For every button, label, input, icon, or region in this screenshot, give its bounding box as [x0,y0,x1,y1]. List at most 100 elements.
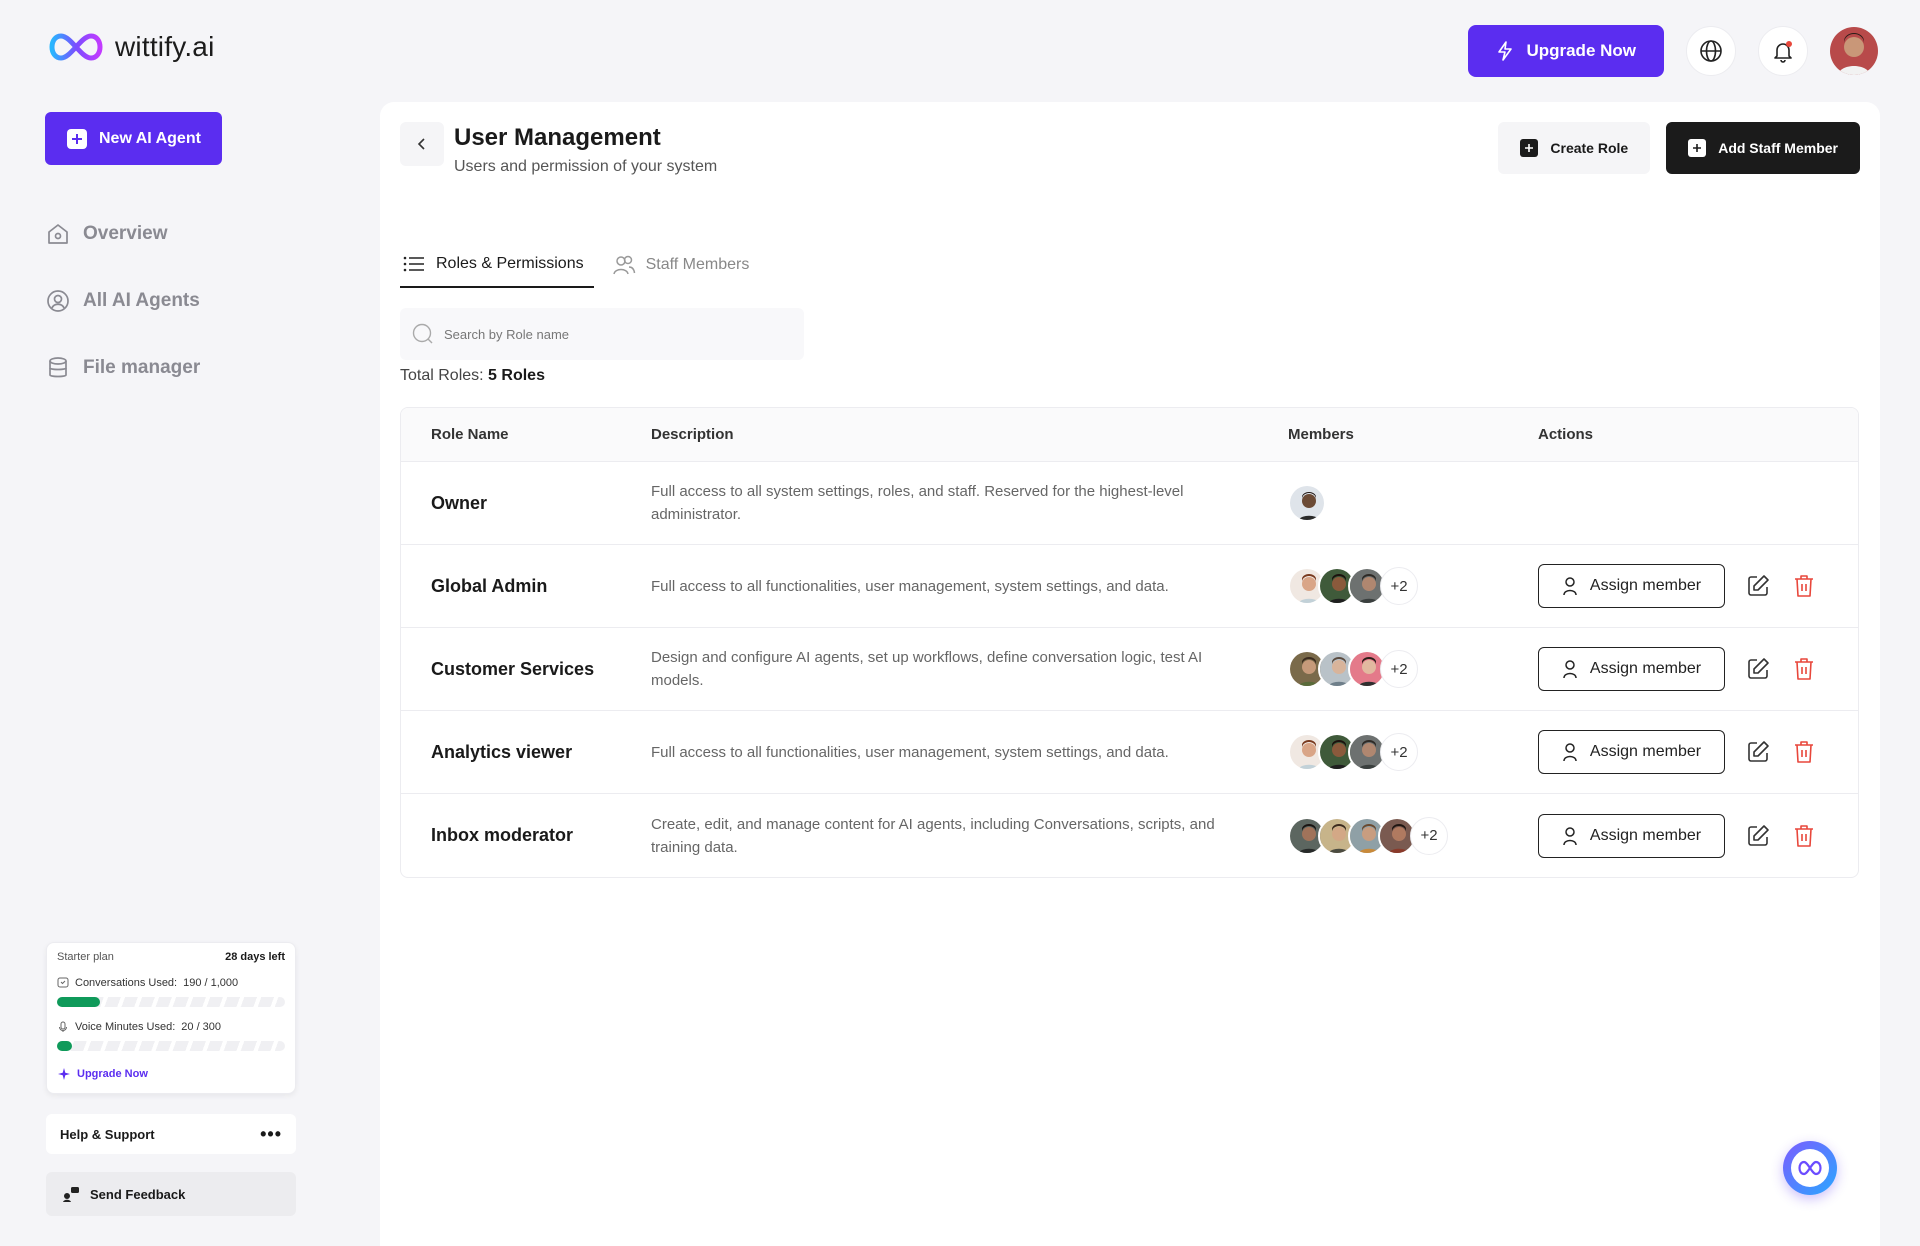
role-name: Analytics viewer [431,741,573,762]
chat-shield-icon [57,977,69,988]
user-add-icon [1563,577,1577,596]
page-subtitle: Users and permission of your system [454,158,718,175]
trash-icon [1795,575,1813,597]
tab-staff-members[interactable]: Staff Members [610,242,760,288]
globe-icon [1700,40,1722,62]
create-role-button[interactable]: Create Role [1498,122,1651,174]
user-avatar[interactable] [1830,27,1878,75]
help-support-button[interactable]: Help & Support ••• [46,1114,296,1154]
total-roles: Total Roles: 5 Roles [400,367,545,385]
page-title: User Management [454,124,661,151]
assign-member-button[interactable]: Assign member [1538,647,1725,691]
sidebar-item-file-manager[interactable]: File manager [45,334,200,401]
back-button[interactable] [400,122,444,166]
edit-role-button[interactable] [1745,656,1771,682]
search-placeholder: Search by Role name [444,326,570,342]
member-avatars[interactable] [1288,484,1538,522]
edit-icon [1748,575,1769,596]
more-members-count[interactable]: +2 [1380,650,1418,688]
assign-member-label: Assign member [1589,826,1702,844]
upgrade-now-label: Upgrade Now [1526,41,1636,60]
edit-icon [1748,741,1769,762]
infinity-logo-icon [49,33,103,61]
column-header-role-name: Role Name [431,426,509,443]
assign-member-label: Assign member [1589,577,1702,594]
member-avatars[interactable]: +2 [1288,733,1538,771]
assign-member-button[interactable]: Assign member [1538,730,1725,774]
trash-icon [1795,741,1813,763]
microphone-icon [59,1021,67,1032]
trash-icon [1795,658,1813,680]
plan-days-left: 28 days left [225,951,285,963]
table-row: Inbox moderator Create, edit, and manage… [401,794,1858,877]
assign-member-label: Assign member [1589,743,1702,760]
role-search-input[interactable]: Search by Role name [400,308,804,360]
voice-value: 20 / 300 [181,1021,222,1033]
role-name: Customer Services [431,658,595,679]
delete-role-button[interactable] [1791,823,1817,849]
user-add-icon [1563,660,1577,679]
edit-role-button[interactable] [1745,739,1771,765]
role-name: Owner [431,492,488,513]
table-row: Global Admin Full access to all function… [401,545,1858,628]
home-icon [48,223,68,244]
member-avatars[interactable]: +2 [1288,567,1538,605]
tab-bar: Roles & Permissions Staff Members [400,242,759,288]
topbar-actions: Upgrade Now [1468,25,1878,77]
edit-icon [1748,824,1769,846]
column-header-actions: Actions [1538,426,1594,443]
language-button[interactable] [1686,26,1736,76]
list-icon [403,256,424,272]
conversations-value: 190 / 1,000 [183,977,239,989]
main-panel: User Management Users and permission of … [380,102,1880,1246]
lightning-icon [1498,41,1513,61]
logo[interactable]: wittify.ai [45,30,215,64]
edit-role-button[interactable] [1745,573,1771,599]
chat-assistant-button[interactable] [1783,1141,1837,1195]
brand-name: wittify.ai [115,31,215,62]
send-feedback-button[interactable]: Send Feedback [46,1172,296,1216]
conversations-progress-bar [57,997,285,1007]
assign-member-button[interactable]: Assign member [1538,813,1725,858]
role-description: Create, edit, and manage content for AI … [651,815,1215,856]
notifications-button[interactable] [1758,26,1808,76]
upgrade-now-button[interactable]: Upgrade Now [1468,25,1664,77]
plan-name: Starter plan [57,951,114,963]
tab-label: Staff Members [645,256,750,273]
user-add-icon [1563,826,1577,845]
more-members-count[interactable]: +2 [1380,733,1418,771]
conversations-label: Conversations Used: [75,977,178,989]
add-staff-member-button[interactable]: Add Staff Member [1666,122,1860,174]
member-avatars[interactable]: +2 [1288,650,1538,688]
role-description: Full access to all functionalities, user… [651,577,1169,595]
sidebar-nav: Overview All AI Agents File manager [45,200,200,401]
sidebar-item-all-ai-agents[interactable]: All AI Agents [45,267,200,334]
delete-role-button[interactable] [1791,656,1817,682]
role-description: Design and configure AI agents, set up w… [651,649,1203,689]
trash-icon [1795,824,1813,847]
plan-upgrade-link[interactable]: Upgrade Now [57,1067,285,1081]
member-avatars[interactable]: +2 [1288,816,1538,855]
feedback-icon [63,1187,79,1202]
assign-member-button[interactable]: Assign member [1538,564,1725,608]
voice-progress-bar [57,1041,285,1051]
delete-role-button[interactable] [1791,739,1817,765]
agent-icon [47,289,69,312]
role-description: Full access to all functionalities, user… [651,743,1169,761]
sidebar-item-label: All AI Agents [83,289,200,311]
delete-role-button[interactable] [1791,573,1817,599]
more-members-count[interactable]: +2 [1410,816,1448,855]
sidebar-item-overview[interactable]: Overview [45,200,200,267]
table-row: Owner Full access to all system settings… [401,462,1858,545]
new-ai-agent-button[interactable]: New AI Agent [45,112,222,165]
column-header-members: Members [1288,426,1354,443]
role-name: Global Admin [431,575,548,596]
plus-icon [1688,139,1707,157]
tab-roles-permissions[interactable]: Roles & Permissions [400,242,594,288]
voice-progress-fill [57,1041,73,1051]
more-dots-icon[interactable]: ••• [260,1124,282,1145]
send-feedback-label: Send Feedback [90,1186,186,1202]
assign-member-label: Assign member [1589,660,1702,677]
more-members-count[interactable]: +2 [1380,567,1418,605]
edit-role-button[interactable] [1745,823,1771,849]
